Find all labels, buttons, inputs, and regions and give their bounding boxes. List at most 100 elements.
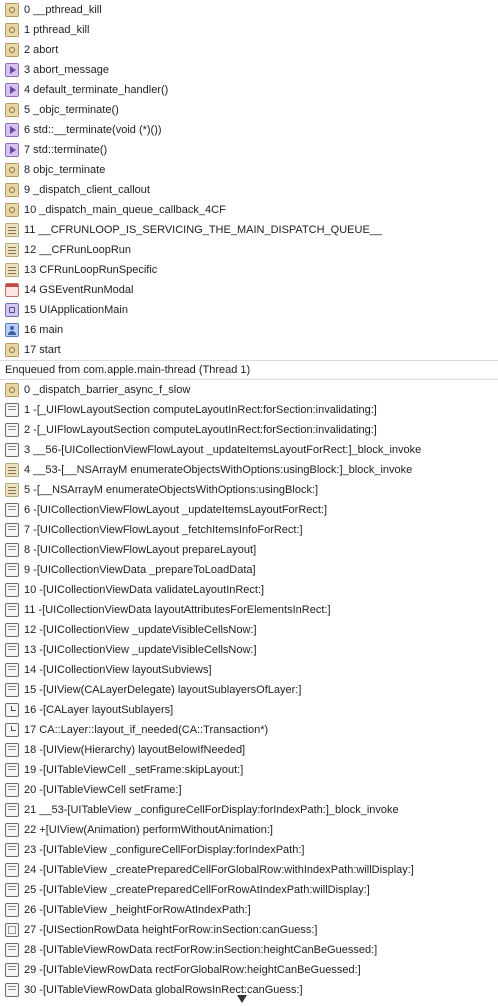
stack-frame-label: 11 -[UICollectionViewData layoutAttribut… (24, 604, 331, 616)
stack-frame[interactable]: 3 __56-[UICollectionViewFlowLayout _upda… (0, 440, 498, 460)
doc-icon (5, 763, 19, 777)
lines-icon (5, 263, 19, 277)
enqueued-frame-list: 0 _dispatch_barrier_async_f_slow 1 -[_UIF… (0, 380, 498, 1000)
stack-frame[interactable]: 13 CFRunLoopRunSpecific (0, 260, 498, 280)
stack-frame[interactable]: 24 -[UITableView _createPreparedCellForG… (0, 860, 498, 880)
stack-frame[interactable]: 9 -[UICollectionViewData _prepareToLoadD… (0, 560, 498, 580)
stack-frame[interactable]: 0 __pthread_kill (0, 0, 498, 20)
stack-frame[interactable]: 29 -[UITableViewRowData rectForGlobalRow… (0, 960, 498, 980)
stack-frame-label: 10 -[UICollectionViewData validateLayout… (24, 584, 265, 596)
stack-frame[interactable]: 17 CA::Layer::layout_if_needed(CA::Trans… (0, 720, 498, 740)
debug-navigator: 0 __pthread_kill 1 pthread_kill 2 abort 3 a… (0, 0, 498, 1006)
stack-frame[interactable]: 28 -[UITableViewRowData rectForRow:inSec… (0, 940, 498, 960)
stack-frame[interactable]: 22 +[UIView(Animation) performWithoutAni… (0, 820, 498, 840)
lines-icon (5, 243, 19, 257)
stack-frame[interactable]: 11 -[UICollectionViewData layoutAttribut… (0, 600, 498, 620)
gear-icon (5, 3, 19, 17)
stack-frame[interactable]: 7 std::terminate() (0, 140, 498, 160)
stack-frame-label: 17 start (24, 344, 61, 356)
stack-frame[interactable]: 1 pthread_kill (0, 20, 498, 40)
stack-frame[interactable]: 4 __53-[__NSArrayM enumerateObjectsWithO… (0, 460, 498, 480)
stack-frame[interactable]: 23 -[UITableView _configureCellForDispla… (0, 840, 498, 860)
stack-frame-label: 30 -[UITableViewRowData globalRowsInRect… (24, 984, 303, 996)
stack-frame-label: 5 _objc_terminate() (24, 104, 119, 116)
play-icon (5, 143, 19, 157)
app-icon (5, 303, 19, 317)
stack-frame[interactable]: 19 -[UITableViewCell _setFrame:skipLayou… (0, 760, 498, 780)
gear-icon (5, 383, 19, 397)
stack-frame-label: 12 __CFRunLoopRun (24, 244, 132, 256)
gear-icon (5, 163, 19, 177)
stack-frame[interactable]: 16 main (0, 320, 498, 340)
stack-frame-label: 13 -[UICollectionView _updateVisibleCell… (24, 644, 257, 656)
stack-frame[interactable]: 15 -[UIView(CALayerDelegate) layoutSubla… (0, 680, 498, 700)
stack-frame-label: 2 abort (24, 44, 59, 56)
stack-frame-label: 7 std::terminate() (24, 144, 108, 156)
stack-frame[interactable]: 11 __CFRUNLOOP_IS_SERVICING_THE_MAIN_DIS… (0, 220, 498, 240)
stack-frame[interactable]: 12 -[UICollectionView _updateVisibleCell… (0, 620, 498, 640)
stack-frame[interactable]: 4 default_terminate_handler() (0, 80, 498, 100)
stack-frame-label: 9 _dispatch_client_callout (24, 184, 150, 196)
stack-frame[interactable]: 5 _objc_terminate() (0, 100, 498, 120)
stack-frame[interactable]: 10 -[UICollectionViewData validateLayout… (0, 580, 498, 600)
stack-frame[interactable]: 16 -[CALayer layoutSublayers] (0, 700, 498, 720)
stack-frame-label: 15 -[UIView(CALayerDelegate) layoutSubla… (24, 684, 302, 696)
stack-frame[interactable]: 18 -[UIView(Hierarchy) layoutBelowIfNeed… (0, 740, 498, 760)
stack-frame[interactable]: 15 UIApplicationMain (0, 300, 498, 320)
stack-frame[interactable]: 0 _dispatch_barrier_async_f_slow (0, 380, 498, 400)
stack-frame-label: 16 main (24, 324, 64, 336)
stack-frame[interactable]: 14 -[UICollectionView layoutSubviews] (0, 660, 498, 680)
doc-icon (5, 683, 19, 697)
stack-frame[interactable]: 8 objc_terminate (0, 160, 498, 180)
doc-icon (5, 623, 19, 637)
doc-icon (5, 583, 19, 597)
stack-frame[interactable]: 21 __53-[UITableView _configureCellForDi… (0, 800, 498, 820)
stack-frame[interactable]: 8 -[UICollectionViewFlowLayout prepareLa… (0, 540, 498, 560)
stack-frame[interactable]: 7 -[UICollectionViewFlowLayout _fetchIte… (0, 520, 498, 540)
stack-frame-label: 15 UIApplicationMain (24, 304, 128, 316)
doc-icon (5, 883, 19, 897)
doc-icon (5, 903, 19, 917)
stack-frame[interactable]: 20 -[UITableViewCell setFrame:] (0, 780, 498, 800)
doc-icon (5, 503, 19, 517)
user-icon (5, 323, 19, 337)
lines-icon (5, 463, 19, 477)
stack-frame[interactable]: 6 std::__terminate(void (*)()) (0, 120, 498, 140)
gear-icon (5, 43, 19, 57)
stack-frame-label: 13 CFRunLoopRunSpecific (24, 264, 158, 276)
stack-frame[interactable]: 13 -[UICollectionView _updateVisibleCell… (0, 640, 498, 660)
chevron-down-icon[interactable] (237, 995, 247, 1003)
stack-frame[interactable]: 12 __CFRunLoopRun (0, 240, 498, 260)
stack-frame[interactable]: 5 -[__NSArrayM enumerateObjectsWithOptio… (0, 480, 498, 500)
stack-frame[interactable]: 2 abort (0, 40, 498, 60)
lines-icon (5, 223, 19, 237)
stack-frame[interactable]: 2 -[_UIFlowLayoutSection computeLayoutIn… (0, 420, 498, 440)
stack-frame[interactable]: 1 -[_UIFlowLayoutSection computeLayoutIn… (0, 400, 498, 420)
doc-icon (5, 983, 19, 997)
enqueued-thread-header[interactable]: Enqueued from com.apple.main-thread (Thr… (0, 360, 498, 380)
stack-frame[interactable]: 17 start (0, 340, 498, 360)
stack-frame-label: 23 -[UITableView _configureCellForDispla… (24, 844, 305, 856)
clock-icon (5, 703, 19, 717)
stack-frame-label: 26 -[UITableView _heightForRowAtIndexPat… (24, 904, 251, 916)
doc-icon (5, 963, 19, 977)
stack-frame[interactable]: 14 GSEventRunModal (0, 280, 498, 300)
stack-frame[interactable]: 26 -[UITableView _heightForRowAtIndexPat… (0, 900, 498, 920)
stack-frame[interactable]: 6 -[UICollectionViewFlowLayout _updateIt… (0, 500, 498, 520)
doc-icon (5, 843, 19, 857)
stack-frame-label: 8 objc_terminate (24, 164, 106, 176)
gear-icon (5, 103, 19, 117)
lines-icon (5, 483, 19, 497)
stack-frame[interactable]: 25 -[UITableView _createPreparedCellForR… (0, 880, 498, 900)
stack-frame[interactable]: 27 -[UISectionRowData heightForRow:inSec… (0, 920, 498, 940)
stack-frame-label: 7 -[UICollectionViewFlowLayout _fetchIte… (24, 524, 303, 536)
doc-icon (5, 543, 19, 557)
stack-frame[interactable]: 10 _dispatch_main_queue_callback_4CF (0, 200, 498, 220)
stack-frame-label: 28 -[UITableViewRowData rectForRow:inSec… (24, 944, 378, 956)
stack-frame-label: 3 abort_message (24, 64, 109, 76)
stack-frame[interactable]: 30 -[UITableViewRowData globalRowsInRect… (0, 980, 498, 1000)
stack-frame[interactable]: 9 _dispatch_client_callout (0, 180, 498, 200)
doc-icon (5, 643, 19, 657)
stack-frame[interactable]: 3 abort_message (0, 60, 498, 80)
box-icon (5, 923, 19, 937)
